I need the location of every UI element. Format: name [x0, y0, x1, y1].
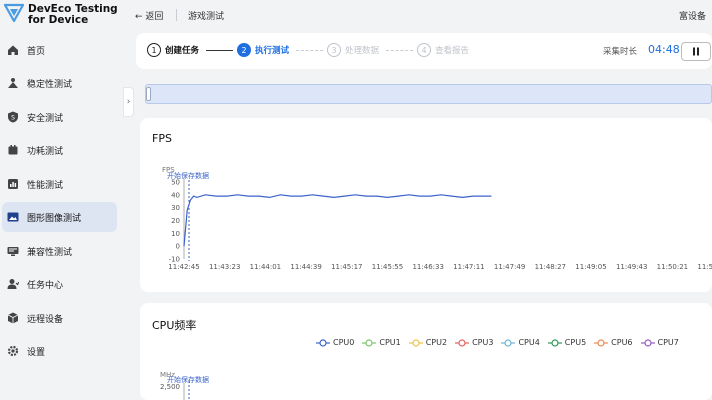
- x-tick-label: 11:44:01: [250, 263, 281, 271]
- back-button[interactable]: ← 返回: [135, 9, 163, 22]
- task-icon: [7, 278, 19, 290]
- y-tick-label: 2,500: [160, 383, 180, 391]
- step-label: 查看报告: [435, 46, 470, 56]
- x-tick-label: 11:42:45: [168, 263, 199, 271]
- step-number: 2: [237, 43, 251, 57]
- sidebar-item-performance[interactable]: 性能测试: [0, 169, 118, 199]
- annotation-label: 开始保存数据: [167, 171, 209, 180]
- sidebar-item-task-center[interactable]: 任务中心: [0, 269, 118, 299]
- x-tick-label: 11:45:55: [372, 263, 403, 271]
- step-number: 4: [417, 43, 431, 57]
- progress-steps: 1 创建任务 2 执行测试 3 处理数据 4 查看报告 采集时长 04:48: [136, 33, 712, 69]
- app-logo-icon: [4, 3, 24, 23]
- sidebar-item-label: 设置: [27, 347, 46, 358]
- sidebar-item-label: 功耗测试: [27, 146, 64, 157]
- top-header: ← 返回 游戏测试 富设备: [124, 0, 712, 28]
- sidebar-item-security[interactable]: S 安全测试: [0, 102, 118, 132]
- sidebar-item-remote-device[interactable]: 远程设备: [0, 303, 118, 333]
- y-tick-label: 30: [171, 204, 180, 212]
- x-tick-label: 11:49:05: [575, 263, 606, 271]
- x-tick-label: 11:50:59: [697, 263, 712, 271]
- sidebar-item-label: 安全测试: [27, 113, 64, 124]
- pause-button[interactable]: [681, 42, 711, 61]
- sidebar-item-label: 任务中心: [27, 280, 64, 291]
- breadcrumb: 游戏测试: [188, 12, 225, 22]
- step-create-task: 1 创建任务: [147, 43, 199, 57]
- fps-series-line: [183, 194, 492, 247]
- y-tick-label: 10: [171, 230, 180, 238]
- app-title: DevEco Testing for Device: [28, 3, 118, 26]
- cpu-chart: MHz2,500开始保存数据: [160, 371, 209, 400]
- home-icon: [7, 44, 19, 56]
- performance-icon: [7, 178, 19, 190]
- step-label: 创建任务: [165, 46, 200, 56]
- step-run-test: 2 执行测试: [237, 43, 289, 57]
- x-tick-label: 11:44:39: [290, 263, 321, 271]
- step-number: 3: [327, 43, 341, 57]
- app-brand: DevEco Testing for Device: [4, 3, 124, 26]
- x-tick-label: 11:47:11: [453, 263, 484, 271]
- y-tick-label: 40: [171, 191, 180, 199]
- remote-device-icon: [7, 312, 19, 324]
- sidebar-item-power[interactable]: 功耗测试: [0, 135, 118, 165]
- step-process-data: 3 处理数据: [327, 43, 379, 57]
- step-view-report: 4 查看报告: [417, 43, 469, 57]
- svg-text:S: S: [11, 115, 15, 122]
- fps-chart-card: FPS FPS -10 0 10 20 30 40 50 11:42:45 11:43:23 11:…: [140, 118, 712, 292]
- x-tick-label: 11:50:21: [657, 263, 688, 271]
- timeline-range-bar[interactable]: [145, 84, 712, 104]
- y-tick-label: 0: [176, 243, 180, 251]
- sidebar-item-home[interactable]: 首页: [0, 35, 118, 65]
- annotation-label: 开始保存数据: [167, 375, 209, 384]
- x-tick-label: 11:45:17: [331, 263, 362, 271]
- step-connector: [386, 50, 413, 51]
- sidebar-item-graphics[interactable]: 图形图像测试: [2, 202, 117, 232]
- collect-duration-label: 采集时长: [603, 47, 638, 57]
- step-number: 1: [147, 43, 161, 57]
- settings-icon: [7, 345, 19, 357]
- header-divider: [176, 9, 177, 21]
- stability-icon: [7, 77, 19, 89]
- sidebar-item-settings[interactable]: 设置: [0, 336, 118, 366]
- cpu-chart-card: CPU频率 CPU0 CPU1 CPU2 CPU3 CPU4 CPU5 CPU6 CPU7 M…: [140, 303, 712, 400]
- x-tick-label: 11:48:27: [535, 263, 566, 271]
- x-tick-label: 11:43:23: [209, 263, 240, 271]
- sidebar-item-label: 稳定性测试: [27, 79, 73, 90]
- sidebar-collapse-handle[interactable]: ›: [123, 87, 134, 117]
- sidebar: DevEco Testing for Device 首页 稳定性测试 S 安全测…: [0, 0, 123, 400]
- step-label: 处理数据: [345, 46, 380, 56]
- sidebar-item-stability[interactable]: 稳定性测试: [0, 68, 118, 98]
- chevron-right-icon: ›: [126, 97, 131, 107]
- sidebar-item-label: 首页: [27, 46, 46, 57]
- sidebar-item-label: 图形图像测试: [27, 213, 82, 224]
- security-icon: S: [7, 111, 19, 123]
- device-selector[interactable]: 富设备: [679, 9, 706, 22]
- step-connector: [206, 50, 233, 51]
- sidebar-item-compatibility[interactable]: 兼容性测试: [0, 236, 118, 266]
- power-icon: [7, 144, 19, 156]
- x-tick-label: 11:47:49: [494, 263, 525, 271]
- pause-icon: [693, 47, 699, 56]
- y-tick-label: 20: [171, 217, 180, 225]
- x-tick-label: 11:46:33: [412, 263, 443, 271]
- collect-duration-value: 04:48: [648, 43, 680, 56]
- sidebar-item-label: 远程设备: [27, 314, 64, 325]
- step-connector: [296, 50, 323, 51]
- image-icon: [7, 211, 19, 223]
- sidebar-item-label: 性能测试: [27, 180, 64, 191]
- fps-chart: FPS-100102030405011:42:45 11:43:23 11:44:0…: [162, 166, 712, 271]
- compatibility-icon: [7, 245, 19, 257]
- step-label: 执行测试: [255, 46, 290, 56]
- x-tick-label: 11:49:43: [616, 263, 647, 271]
- sidebar-item-label: 兼容性测试: [27, 247, 73, 258]
- timeline-handle[interactable]: [146, 87, 151, 101]
